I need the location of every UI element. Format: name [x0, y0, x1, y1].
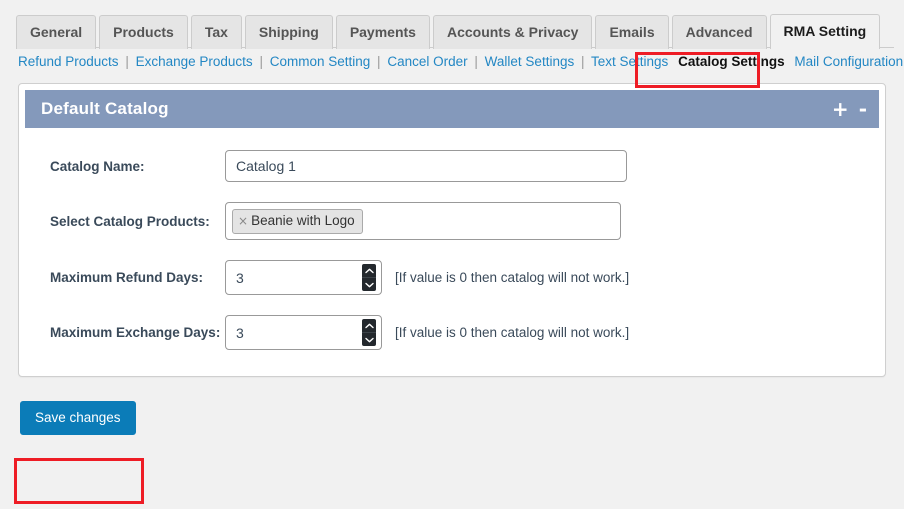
catalog-products-select[interactable]: × Beanie with Logo: [225, 202, 621, 240]
max-exchange-days-label: Maximum Exchange Days:: [50, 325, 221, 340]
stepper-down-icon[interactable]: [362, 333, 376, 346]
minus-icon[interactable]: -: [859, 99, 867, 119]
max-exchange-days-field: [225, 315, 382, 350]
subnav-separator: |: [377, 54, 381, 69]
stepper-up-icon[interactable]: [362, 264, 376, 277]
catalog-panel: Default Catalog + - Catalog Name: Select…: [18, 83, 886, 377]
catalog-panel-body: Catalog Name: Select Catalog Products: ×…: [19, 128, 885, 376]
catalog-panel-header: Default Catalog + -: [25, 90, 879, 128]
panel-title: Default Catalog: [41, 99, 169, 118]
subnav-separator: |: [580, 54, 585, 69]
subnav-item-text-settings[interactable]: Text Settings: [591, 54, 668, 69]
row-max-refund-days: Maximum Refund Days: [If value is 0 then…: [19, 260, 885, 295]
max-exchange-days-hint: [If value is 0 then catalog will not wor…: [395, 325, 630, 340]
max-exchange-days-input[interactable]: [225, 315, 382, 350]
form-actions: Save changes: [0, 377, 904, 435]
tab-list: General Products Tax Shipping Payments A…: [16, 14, 904, 49]
catalog-products-label: Select Catalog Products:: [50, 213, 210, 229]
max-refund-days-input[interactable]: [225, 260, 382, 295]
subnav-item-common-setting[interactable]: Common Setting: [270, 54, 371, 69]
stepper-up-icon[interactable]: [362, 319, 376, 332]
row-max-exchange-days: Maximum Exchange Days: [If value is 0 th…: [19, 315, 885, 350]
catalog-name-input[interactable]: [225, 150, 627, 182]
settings-tab-bar: General Products Tax Shipping Payments A…: [0, 0, 904, 49]
tab-products[interactable]: Products: [99, 15, 188, 49]
subnav-separator: |: [474, 54, 478, 69]
max-refund-days-field: [225, 260, 382, 295]
subnav-item-exchange-products[interactable]: Exchange Products: [136, 54, 253, 69]
tab-rma-setting[interactable]: RMA Setting: [769, 14, 881, 49]
subnav-item-cancel-order[interactable]: Cancel Order: [387, 54, 467, 69]
tab-shipping[interactable]: Shipping: [244, 15, 333, 49]
tab-tax[interactable]: Tax: [190, 15, 242, 49]
highlight-box-save-changes: [14, 458, 144, 504]
subnav-item-catalog-settings[interactable]: Catalog Settings: [672, 54, 791, 69]
tab-payments[interactable]: Payments: [335, 15, 430, 49]
tab-emails[interactable]: Emails: [595, 15, 669, 49]
save-changes-button[interactable]: Save changes: [20, 401, 136, 435]
remove-token-icon[interactable]: ×: [238, 213, 248, 229]
subnav-item-refund-products[interactable]: Refund Products: [18, 54, 119, 69]
stepper-down-icon[interactable]: [362, 278, 376, 291]
max-refund-days-label: Maximum Refund Days:: [50, 270, 204, 285]
max-exchange-days-stepper[interactable]: [362, 319, 376, 346]
max-refund-days-hint: [If value is 0 then catalog will not wor…: [395, 270, 630, 285]
tab-accounts-privacy[interactable]: Accounts & Privacy: [432, 15, 593, 49]
row-catalog-products: Select Catalog Products: × Beanie with L…: [19, 202, 885, 240]
product-token-label: Beanie with Logo: [251, 212, 355, 228]
tab-general[interactable]: General: [16, 15, 97, 49]
product-token[interactable]: × Beanie with Logo: [232, 208, 363, 234]
plus-icon[interactable]: +: [832, 99, 849, 119]
tab-advanced[interactable]: Advanced: [671, 15, 767, 49]
subnav-separator: |: [125, 54, 129, 69]
subnav-separator: |: [259, 54, 263, 69]
subnav-item-wallet-settings[interactable]: Wallet Settings: [485, 54, 575, 69]
max-refund-days-stepper[interactable]: [362, 264, 376, 291]
catalog-name-label: Catalog Name:: [50, 158, 145, 174]
row-catalog-name: Catalog Name:: [19, 150, 885, 182]
subnav-item-mail-configuration[interactable]: Mail Configuration: [794, 54, 903, 69]
